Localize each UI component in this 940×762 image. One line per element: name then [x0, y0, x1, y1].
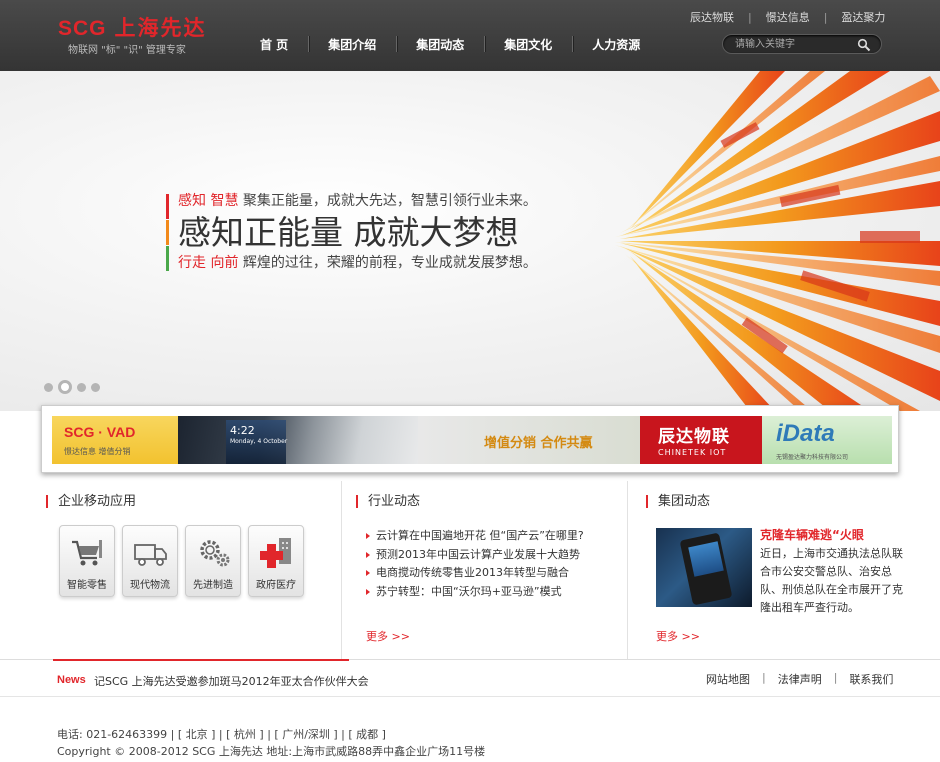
site-footer: 电话: 021-62463399 | [ 北京 ] | [ 杭州 ] | [ 广… [57, 726, 485, 760]
app-manufacturing[interactable]: 先进制造 [185, 525, 241, 597]
banner-headline: 感知正能量 成就大梦想 [178, 213, 519, 252]
content-sections: 企业移动应用 智能零售 现代物流 先进制造 政府医疗 行业动态 云计算在中国遍地… [0, 481, 940, 659]
slide-dot-4[interactable] [91, 382, 100, 392]
top-link-separator: | [748, 10, 752, 24]
news-item[interactable]: 云计算在中国遍地开花 但“国产云”在哪里? [366, 527, 584, 546]
column-divider [627, 481, 628, 659]
top-link-separator: | [823, 10, 828, 24]
chinetek-ad[interactable]: 辰达物联 CHINETEK IOT [640, 416, 762, 464]
group-news-more-link[interactable]: 更多 >> [656, 628, 700, 644]
section-title-group-news: 集团动态 [646, 495, 710, 508]
slide-dot-1[interactable] [44, 382, 53, 392]
scg-vad-title: SCG · VAD [64, 424, 136, 440]
mobile-app-list: 智能零售 现代物流 先进制造 政府医疗 [59, 525, 311, 597]
search-input[interactable] [735, 37, 855, 51]
logo-scg: SCG [58, 17, 107, 40]
link-sitemap[interactable]: 网站地图 [706, 671, 750, 687]
site-logo[interactable]: SCG 上海先达 物联网 "标" "识" 管理专家 [58, 18, 207, 57]
footer-link-separator: | [833, 671, 838, 684]
banner-line-3-text: 辉煌的过往，荣耀的前程，专业成就发展梦想。 [238, 255, 537, 271]
logo-tagline: 物联网 "标" "识" 管理专家 [68, 45, 186, 56]
ticker-headline[interactable]: 记SCG 上海先达受邀参加斑马2012年亚太合作伙伴大会 [94, 673, 369, 689]
banner-line-1-highlight: 感知 智慧 [178, 193, 239, 209]
nav-hr[interactable]: 人力资源 [572, 36, 660, 53]
scg-vad-subtitle: 憬达信息 增值分销 [64, 447, 131, 456]
banner-slogan: 感知 智慧 聚集正能量，成就大先达，智慧引领行业未来。 感知正能量 成就大梦想 … [166, 192, 537, 272]
phone-clock-text: 4:22 [230, 424, 255, 437]
banner-color-bars [166, 194, 169, 271]
group-news-description: 近日，上海市交通执法总队联合市公安交警总队、治安总队、刑侦总队在全市展开了克隆出… [760, 547, 903, 614]
truck-icon [134, 544, 167, 566]
idata-ad[interactable]: iData 无锡盈达聚力科技有限公司 [762, 416, 892, 464]
footer-copyright: Copyright © 2008-2012 SCG 上海先达 地址:上海市武威路… [57, 745, 486, 758]
main-nav: 首 页 集团介绍 集团动态 集团文化 人力资源 [240, 36, 660, 53]
footer-phone-offices: 电话: 021-62463399 | [ 北京 ] | [ 杭州 ] | [ 广… [57, 728, 386, 741]
ticker-accent-line [53, 659, 349, 661]
chinetek-logo-cn: 辰达物联 [658, 427, 730, 447]
search-icon[interactable] [857, 38, 871, 52]
app-government-medical[interactable]: 政府医疗 [248, 525, 304, 597]
group-news-headline[interactable]: 克隆车辆难逃“火眼 [760, 526, 864, 543]
top-link-jingda[interactable]: 憬达信息 [766, 9, 810, 25]
footer-links: 网站地图 | 法律声明 | 联系我们 [706, 671, 893, 687]
top-link-chinetek[interactable]: 辰达物联 [690, 9, 734, 25]
gears-icon [200, 540, 230, 567]
section-title-mobile-apps: 企业移动应用 [46, 495, 136, 508]
slide-dot-2[interactable] [58, 380, 72, 394]
logo-wordmark: SCG 上海先达 [58, 18, 207, 40]
nav-home[interactable]: 首 页 [240, 36, 308, 53]
banner-line-3: 行走 向前 辉煌的过往，荣耀的前程，专业成就发展梦想。 [178, 254, 537, 272]
banner-line-1-text: 聚集正能量，成就大先达，智慧引领行业未来。 [238, 193, 537, 209]
app-label: 政府医疗 [256, 580, 296, 591]
news-item[interactable]: 预测2013年中国云计算产业发展十大趋势 [366, 546, 584, 565]
top-link-yingda[interactable]: 盈达聚力 [841, 9, 885, 25]
link-contact[interactable]: 联系我们 [849, 671, 893, 687]
slide-indicators [44, 380, 105, 394]
footer-link-separator: | [762, 671, 766, 684]
nav-culture[interactable]: 集团文化 [484, 36, 572, 53]
section-title-industry-news: 行业动态 [356, 495, 420, 508]
news-ticker-bar: News 记SCG 上海先达受邀参加斑马2012年亚太合作伙伴大会 网站地图 |… [0, 659, 940, 697]
medical-cross-icon [260, 538, 291, 568]
column-divider [341, 481, 342, 659]
group-news-image[interactable] [656, 528, 752, 607]
app-label: 现代物流 [130, 580, 170, 591]
site-header: SCG 上海先达 物联网 "标" "识" 管理专家 辰达物联 | 憬达信息 | 盈… [0, 0, 940, 71]
search-box [722, 34, 882, 54]
app-label: 智能零售 [67, 580, 107, 591]
orange-burst-graphic [615, 71, 940, 411]
ticker-label: News [57, 674, 86, 686]
nav-news[interactable]: 集团动态 [396, 36, 484, 53]
phone-product-image: 4:22 Monday, 4 October [178, 416, 418, 464]
industry-news-more-link[interactable]: 更多 >> [366, 628, 410, 644]
phone-date-text: Monday, 4 October [230, 438, 288, 445]
banner-line-3-highlight: 行走 向前 [178, 255, 239, 271]
banner-line-1: 感知 智慧 聚集正能量，成就大先达，智慧引领行业未来。 [178, 192, 537, 210]
ad-slogan-panel: 增值分销 合作共赢 [418, 416, 640, 464]
slide-dot-3[interactable] [77, 382, 86, 392]
nav-about[interactable]: 集团介绍 [308, 36, 396, 53]
scg-vad-ad[interactable]: SCG · VAD 憬达信息 增值分销 [52, 416, 178, 464]
news-item[interactable]: 苏宁转型：中国“沃尔玛+亚马逊”模式 [366, 583, 584, 602]
top-links: 辰达物联 | 憬达信息 | 盈达聚力 [690, 9, 885, 25]
logo-cn: 上海先达 [114, 17, 207, 40]
hero-banner[interactable]: 感知 智慧 聚集正能量，成就大先达，智慧引领行业未来。 感知正能量 成就大梦想 … [0, 71, 940, 411]
device-screen-shape [688, 541, 724, 577]
app-smart-retail[interactable]: 智能零售 [59, 525, 115, 597]
app-logistics[interactable]: 现代物流 [122, 525, 178, 597]
chinetek-logo-en: CHINETEK IOT [658, 448, 727, 457]
app-label: 先进制造 [193, 580, 233, 591]
industry-news-list: 云计算在中国遍地开花 但“国产云”在哪里? 预测2013年中国云计算产业发展十大… [366, 527, 584, 601]
idata-logo: iData [776, 420, 835, 447]
partner-ad-strip[interactable]: SCG · VAD 憬达信息 增值分销 4:22 Monday, 4 Octob… [41, 405, 899, 473]
ad-slogan-text: 增值分销 合作共赢 [484, 436, 593, 451]
cart-icon [72, 540, 102, 566]
news-item[interactable]: 电商搅动传统零售业2013年转型与融合 [366, 564, 584, 583]
link-legal[interactable]: 法律声明 [778, 671, 822, 687]
idata-company: 无锡盈达聚力科技有限公司 [776, 454, 849, 461]
